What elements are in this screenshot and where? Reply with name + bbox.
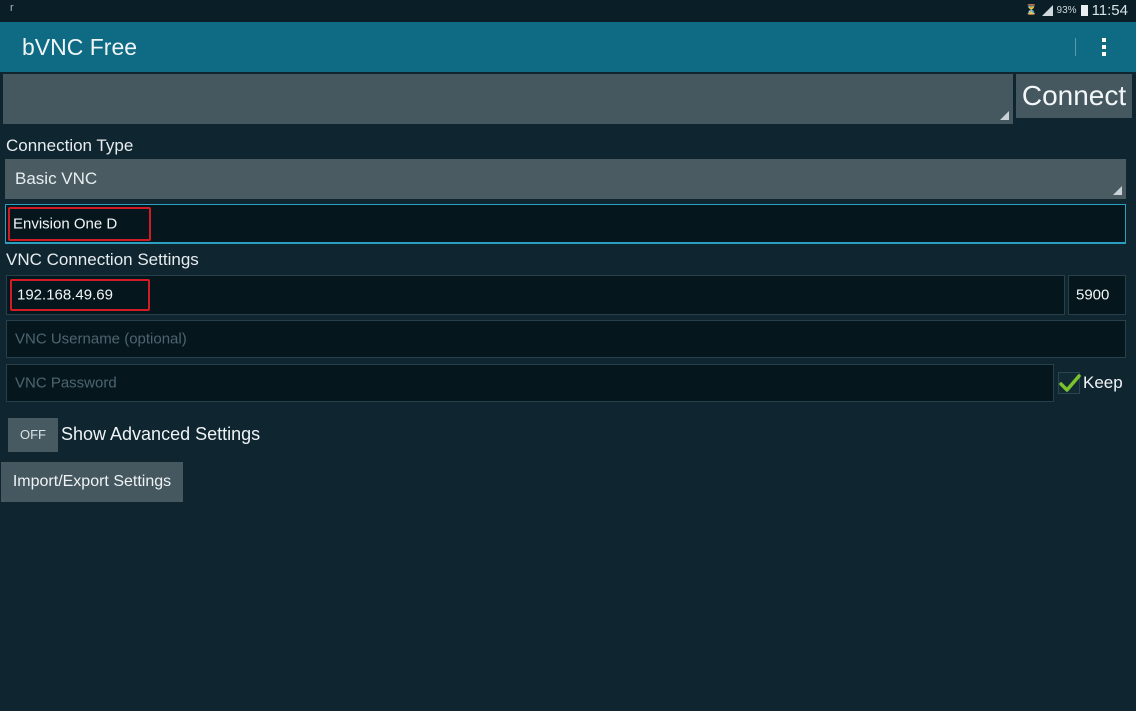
import-export-button[interactable]: Import/Export Settings: [1, 462, 183, 502]
advanced-settings-label: Show Advanced Settings: [61, 424, 261, 444]
app-title: bVNC Free: [22, 34, 138, 60]
advanced-settings-toggle[interactable]: OFF: [8, 418, 58, 452]
nickname-input[interactable]: Envision One D: [5, 204, 1126, 244]
port-input[interactable]: 5900: [1068, 275, 1126, 315]
connection-type-value: Basic VNC: [15, 169, 98, 188]
username-placeholder: VNC Username (optional): [15, 330, 187, 348]
action-bar: bVNC Free: [0, 22, 1136, 72]
dropdown-corner-icon: [1113, 186, 1122, 195]
vnc-settings-label: VNC Connection Settings: [6, 250, 199, 269]
connect-button[interactable]: Connect: [1016, 74, 1132, 118]
check-icon: [1059, 374, 1081, 392]
connection-type-spinner[interactable]: Basic VNC: [5, 159, 1126, 199]
host-input[interactable]: 192.168.49.69: [6, 275, 1065, 315]
signal-icon: [1041, 5, 1053, 16]
highlight-box-host: [10, 279, 150, 311]
checkbox-box[interactable]: [1058, 372, 1081, 394]
status-notification-icon: r: [10, 2, 14, 14]
port-value: 5900: [1076, 286, 1110, 304]
alarm-icon: ⏳: [1025, 5, 1038, 16]
dropdown-corner-icon: [1000, 111, 1009, 120]
highlight-box-nickname: [8, 207, 151, 241]
overflow-menu-icon[interactable]: [1096, 35, 1112, 61]
connection-profile-spinner[interactable]: [3, 74, 1013, 124]
battery-percent: 93%: [1056, 5, 1077, 16]
keep-password-checkbox[interactable]: Keep: [1058, 368, 1123, 398]
password-placeholder: VNC Password: [15, 374, 117, 392]
username-input[interactable]: VNC Username (optional): [6, 320, 1126, 358]
password-input[interactable]: VNC Password: [6, 364, 1054, 402]
connection-type-label: Connection Type: [6, 136, 134, 155]
action-bar-divider: [1075, 38, 1076, 56]
battery-icon: [1080, 5, 1088, 16]
status-bar: r ⏳ 93% 11:54: [0, 0, 1136, 22]
keep-label: Keep: [1083, 373, 1123, 392]
status-time: 11:54: [1091, 2, 1128, 19]
